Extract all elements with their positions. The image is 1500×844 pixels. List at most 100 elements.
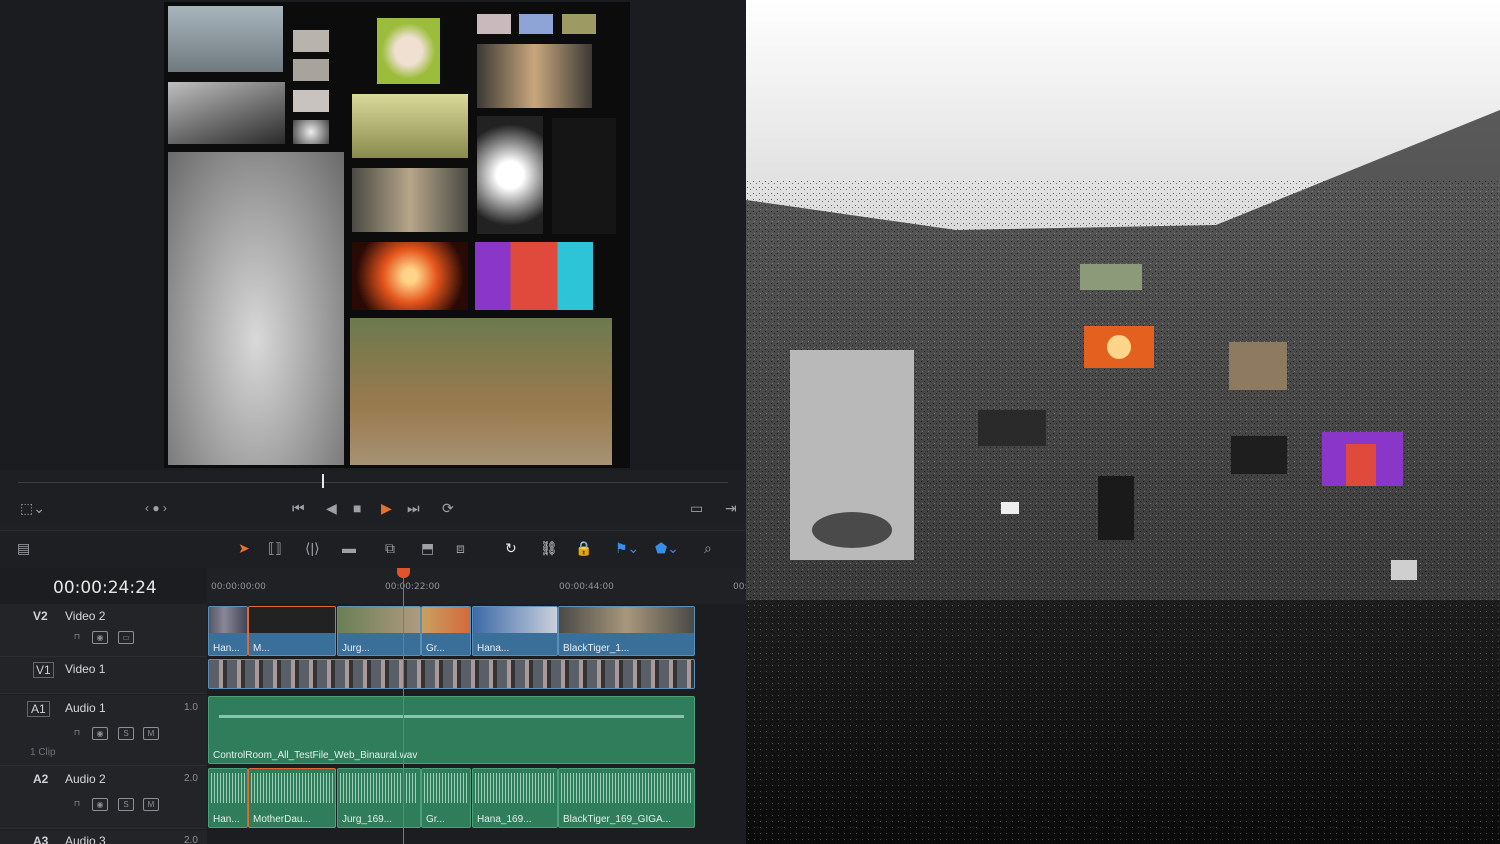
lock-track-icon[interactable]: ⊓: [70, 727, 84, 738]
point-cloud-scene: [746, 0, 1500, 844]
a2-clip-2[interactable]: MotherDau...: [248, 768, 336, 828]
v2-clip-4[interactable]: Gr...: [421, 606, 471, 656]
match-frame-icon[interactable]: ▭: [690, 501, 703, 515]
track-name: Video 2: [65, 609, 106, 623]
selection-tool-icon[interactable]: ➤: [238, 541, 250, 555]
a2-clip-3[interactable]: Jurg_169...: [337, 768, 421, 828]
auto-select-icon[interactable]: ◉: [92, 631, 108, 644]
track-level: 1.0: [184, 702, 198, 713]
v2-clip-1[interactable]: Han...: [208, 606, 248, 656]
mute-button[interactable]: M: [143, 727, 159, 740]
track-header-a2[interactable]: A2 Audio 2 2.0 ⊓ ◉ S M: [0, 766, 207, 829]
stop-icon[interactable]: ■: [353, 501, 361, 515]
track-name: Audio 1: [65, 701, 106, 715]
a2-clip-1[interactable]: Han...: [208, 768, 248, 828]
frame-eyes-3: [293, 90, 329, 112]
frame-small-1: [477, 14, 511, 34]
blade-tool-icon[interactable]: ▬: [342, 541, 356, 555]
track-id: A2: [33, 772, 49, 786]
flag-icon[interactable]: ⚑⌄: [615, 541, 639, 555]
timeline-ruler[interactable]: 00:00:00:00 00:00:22:00 00:00:44:00 00:: [207, 568, 746, 604]
insert-clip-icon[interactable]: ⧉: [385, 541, 395, 555]
projected-face-nose: [812, 512, 892, 548]
crop-icon[interactable]: ⬚⌄: [20, 501, 45, 515]
a2-clip-6[interactable]: BlackTiger_169_GIGA...: [558, 768, 695, 828]
frame-face-closeup: [168, 152, 344, 465]
replace-clip-icon[interactable]: ⧈: [456, 541, 465, 555]
ruler-label-1: 00:00:22:00: [385, 582, 440, 592]
lock-icon[interactable]: 🔒: [575, 541, 592, 555]
projected-dark-3: [1098, 476, 1134, 540]
ruler-label-2: 00:00:44:00: [559, 582, 614, 592]
timeline: 00:00:24:24 00:00:00:00 00:00:22:00 00:0…: [0, 568, 746, 844]
marker-icon[interactable]: ⬟⌄: [655, 541, 679, 555]
snapping-icon[interactable]: ↻: [505, 541, 517, 555]
ruler-label-0: 00:00:00:00: [211, 582, 266, 592]
lock-track-icon[interactable]: ⊓: [70, 631, 84, 642]
loop-icon[interactable]: ⟳: [442, 501, 454, 515]
track-header-a1[interactable]: A1 Audio 1 1.0 ⊓ ◉ S M 1 Clip: [0, 695, 207, 766]
source-viewer: [0, 0, 746, 470]
viewer-scrubber[interactable]: [0, 470, 746, 494]
track-id: A1: [27, 701, 50, 717]
a2-clip-4[interactable]: Gr...: [421, 768, 471, 828]
go-to-start-icon[interactable]: ⏮: [292, 501, 305, 515]
projected-color-bars-red: [1346, 444, 1376, 486]
a1-clip[interactable]: ControlRoom_All_TestFile_Web_Binaural.wa…: [208, 696, 695, 764]
edit-toolbar: ▤ ➤ ⟦⟧ ⟨|⟩ ▬ ⧉ ⬒ ⧈ ↻ ⛓ 🔒 ⚑⌄ ⬟⌄ ⌕: [0, 530, 746, 567]
track-header-v2[interactable]: V2 Video 2 ⊓ ◉ ▭: [0, 604, 207, 657]
projected-ceiling-frame: [1080, 264, 1142, 290]
v1-clip[interactable]: [208, 659, 695, 689]
v2-clip-2[interactable]: M...: [248, 606, 336, 656]
frame-small-2: [519, 14, 553, 34]
solo-button[interactable]: S: [118, 798, 134, 811]
frame-woman: [352, 168, 468, 232]
trim-tool-icon[interactable]: ⟦⟧: [268, 541, 282, 555]
solo-button[interactable]: S: [118, 727, 134, 740]
frame-face-green: [377, 18, 440, 84]
a1-clip-label: ControlRoom_All_TestFile_Web_Binaural.wa…: [213, 750, 418, 761]
jog-control-icon[interactable]: ‹ ● ›: [145, 501, 167, 515]
frame-color-bars: [475, 242, 593, 310]
play-reverse-icon[interactable]: ◀: [326, 501, 337, 515]
timeline-view-icon[interactable]: ▤: [17, 541, 30, 555]
frame-fire: [352, 242, 468, 310]
projected-man: [1229, 342, 1287, 390]
go-to-end-icon[interactable]: ⏭: [407, 501, 420, 515]
frame-eyes-yellow: [352, 94, 468, 158]
frame-light: [293, 120, 329, 144]
projected-dark-1: [978, 410, 1046, 446]
scrub-bar[interactable]: [18, 482, 728, 483]
track-name: Audio 3: [65, 834, 106, 844]
disable-track-icon[interactable]: ▭: [118, 631, 134, 644]
track-name: Video 1: [65, 662, 106, 676]
auto-select-icon[interactable]: ◉: [92, 727, 108, 740]
frame-stairs: [168, 82, 285, 144]
mute-button[interactable]: M: [143, 798, 159, 811]
video-editor: ⬚⌄ ‹ ● › ⏮ ◀ ■ ▶ ⏭ ⟳ ▭ ⇥ ▤ ➤ ⟦⟧ ⟨|⟩ ▬ ⧉ …: [0, 0, 746, 844]
a2-clip-5[interactable]: Hana_169...: [472, 768, 558, 828]
next-clip-icon[interactable]: ⇥: [725, 501, 737, 515]
track-header-a3[interactable]: A3 Audio 3 2.0: [0, 830, 207, 844]
lock-track-icon[interactable]: ⊓: [70, 798, 84, 809]
track-header-v1[interactable]: V1 Video 1: [0, 657, 207, 694]
frame-eye-disc: [477, 116, 543, 234]
v2-clip-6[interactable]: BlackTiger_1...: [558, 606, 695, 656]
frame-people-table: [168, 6, 283, 72]
v2-clip-5[interactable]: Hana...: [472, 606, 558, 656]
ruler-label-3: 00:: [733, 582, 746, 592]
transport-controls: ⬚⌄ ‹ ● › ⏮ ◀ ■ ▶ ⏭ ⟳ ▭ ⇥: [0, 494, 746, 524]
timecode-header: 00:00:24:24: [0, 568, 207, 604]
link-icon[interactable]: ⛓: [540, 541, 558, 555]
frame-eyes-1: [293, 30, 329, 52]
dynamic-trim-icon[interactable]: ⟨|⟩: [305, 541, 320, 555]
track-id: V2: [33, 609, 48, 623]
scrub-playhead[interactable]: [322, 474, 324, 488]
zoom-icon[interactable]: ⌕: [704, 541, 712, 555]
frame-dark: [552, 118, 616, 234]
timeline-playhead[interactable]: [403, 568, 404, 844]
overwrite-clip-icon[interactable]: ⬒: [421, 541, 434, 555]
play-icon[interactable]: ▶: [381, 501, 392, 515]
v2-clip-3[interactable]: Jurg...: [337, 606, 421, 656]
auto-select-icon[interactable]: ◉: [92, 798, 108, 811]
